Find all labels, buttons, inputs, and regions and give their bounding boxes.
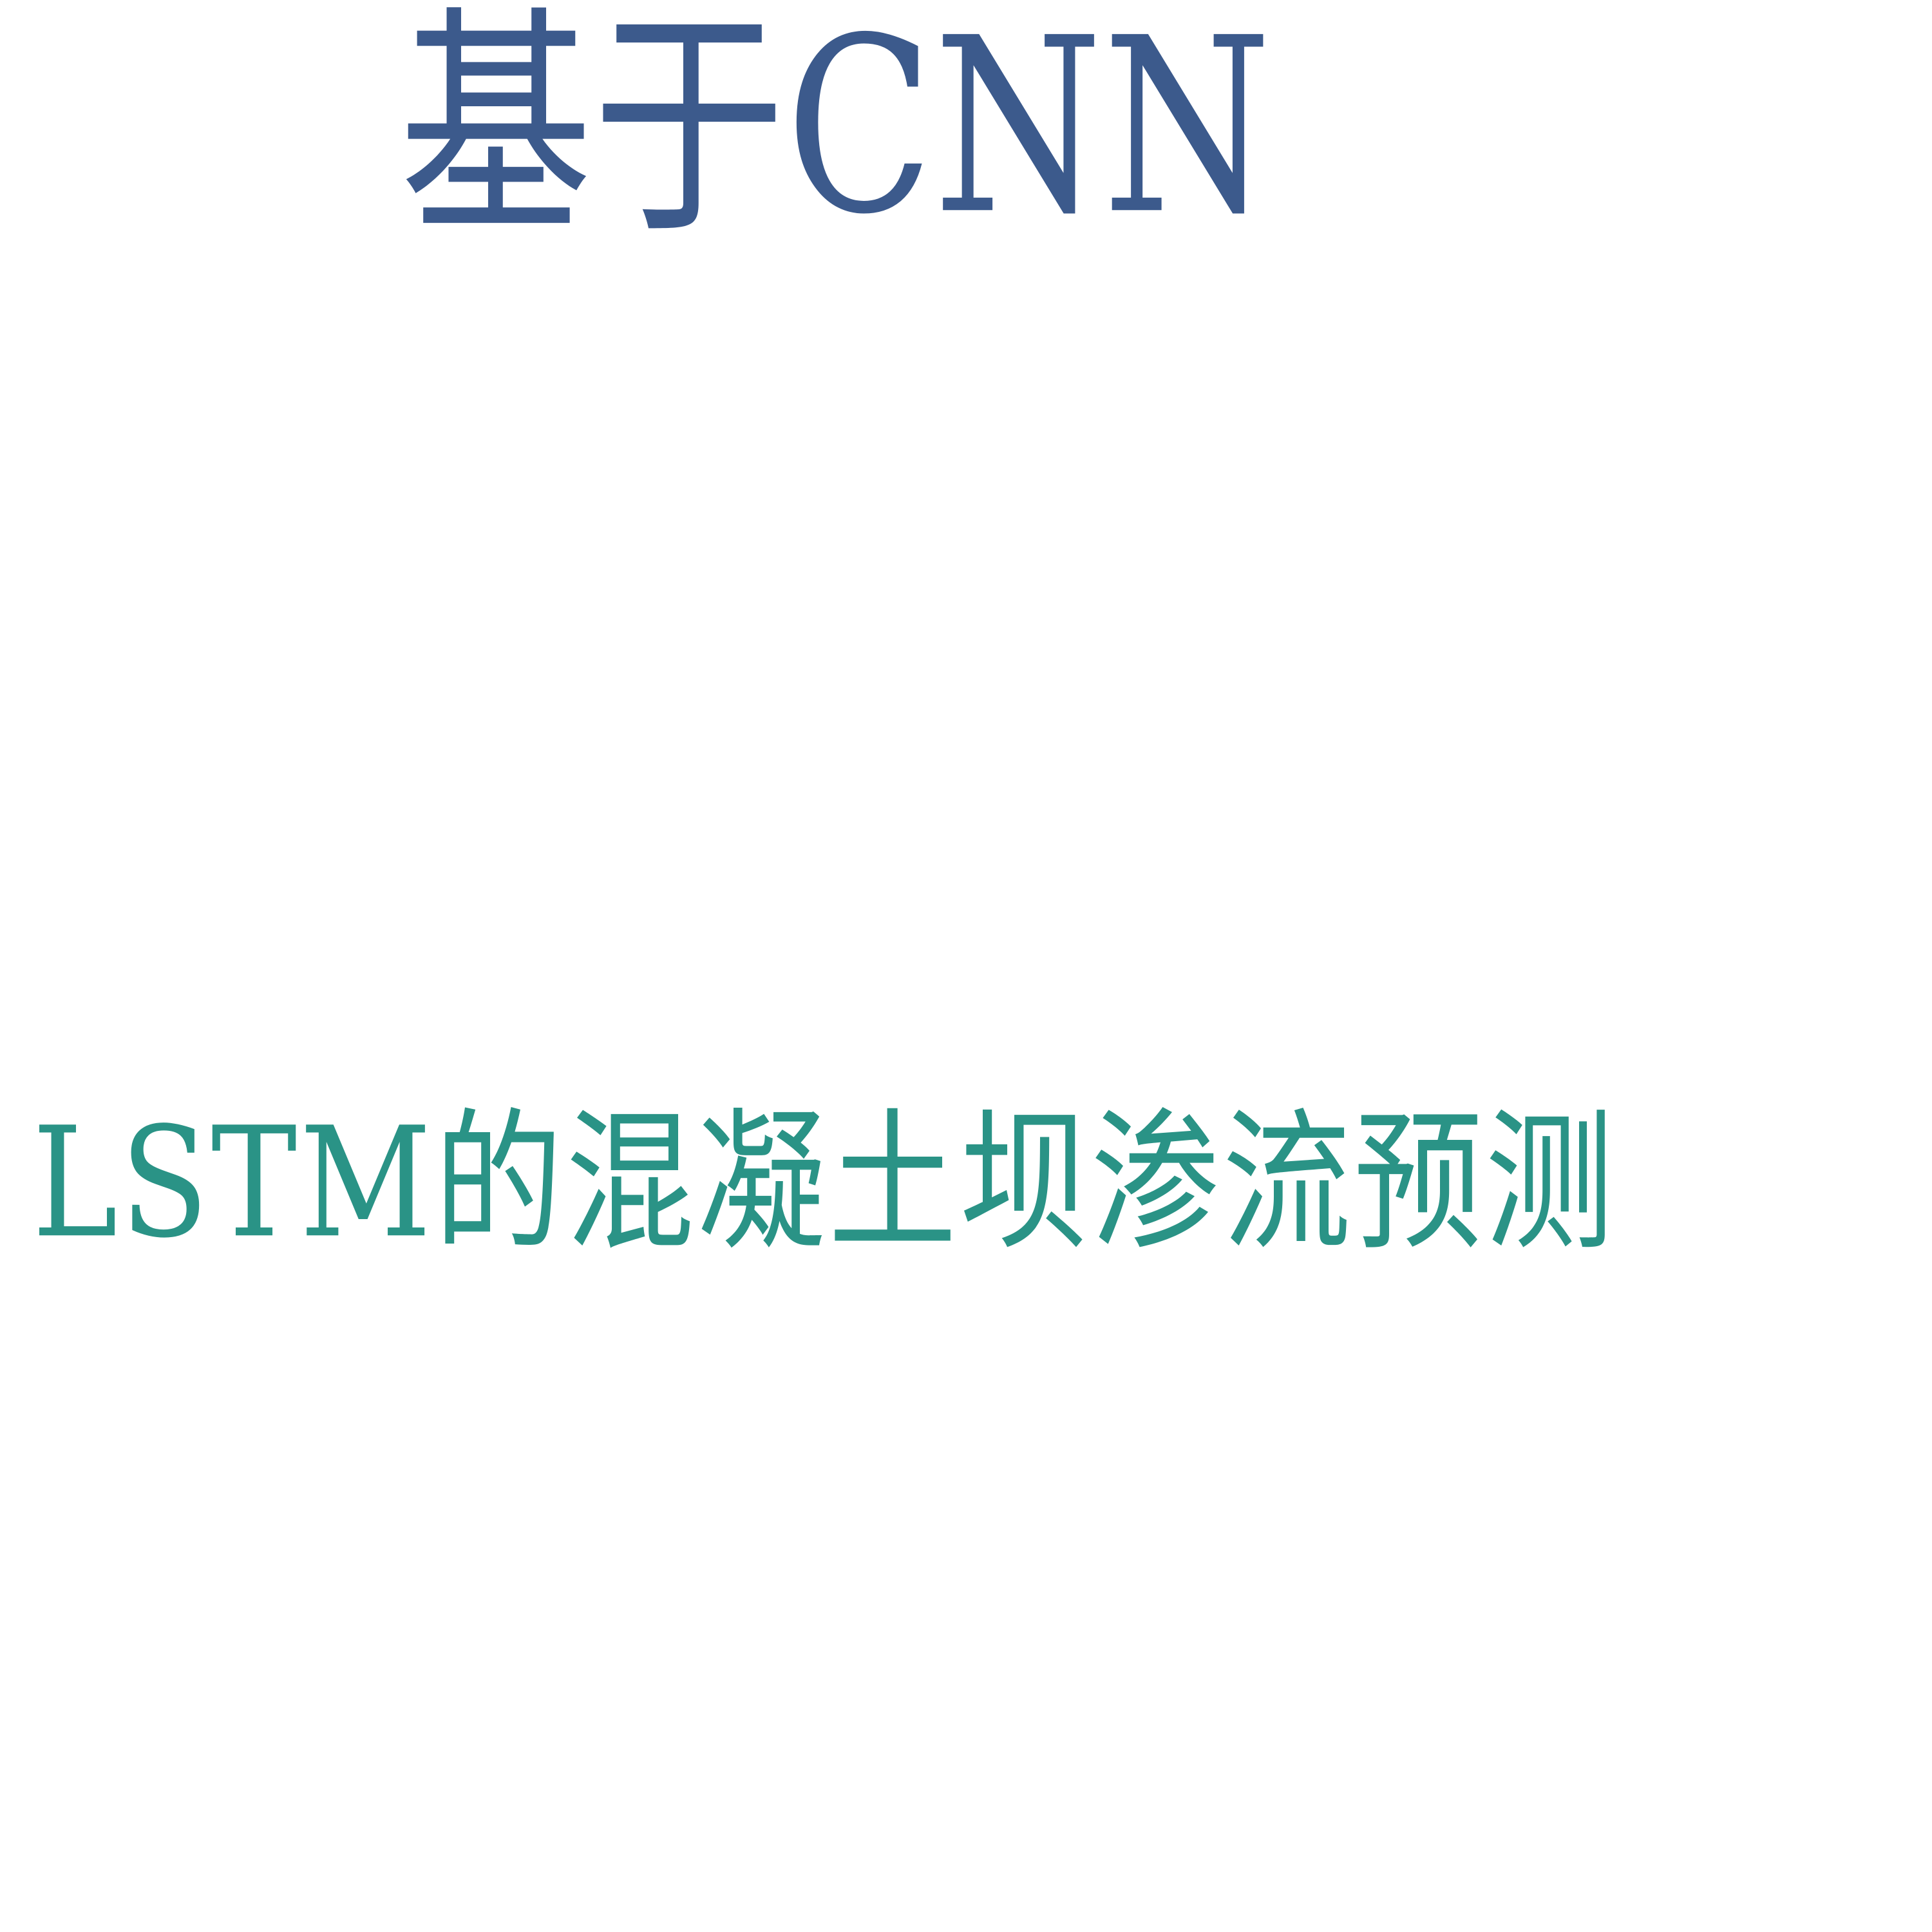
title-line-2: LSTM的混凝土坝渗流预测	[32, 1094, 1617, 1272]
title-line-1: 基于CNN	[399, 0, 1272, 267]
document-page: 基于CNN LSTM的混凝土坝渗流预测	[0, 0, 1932, 1932]
